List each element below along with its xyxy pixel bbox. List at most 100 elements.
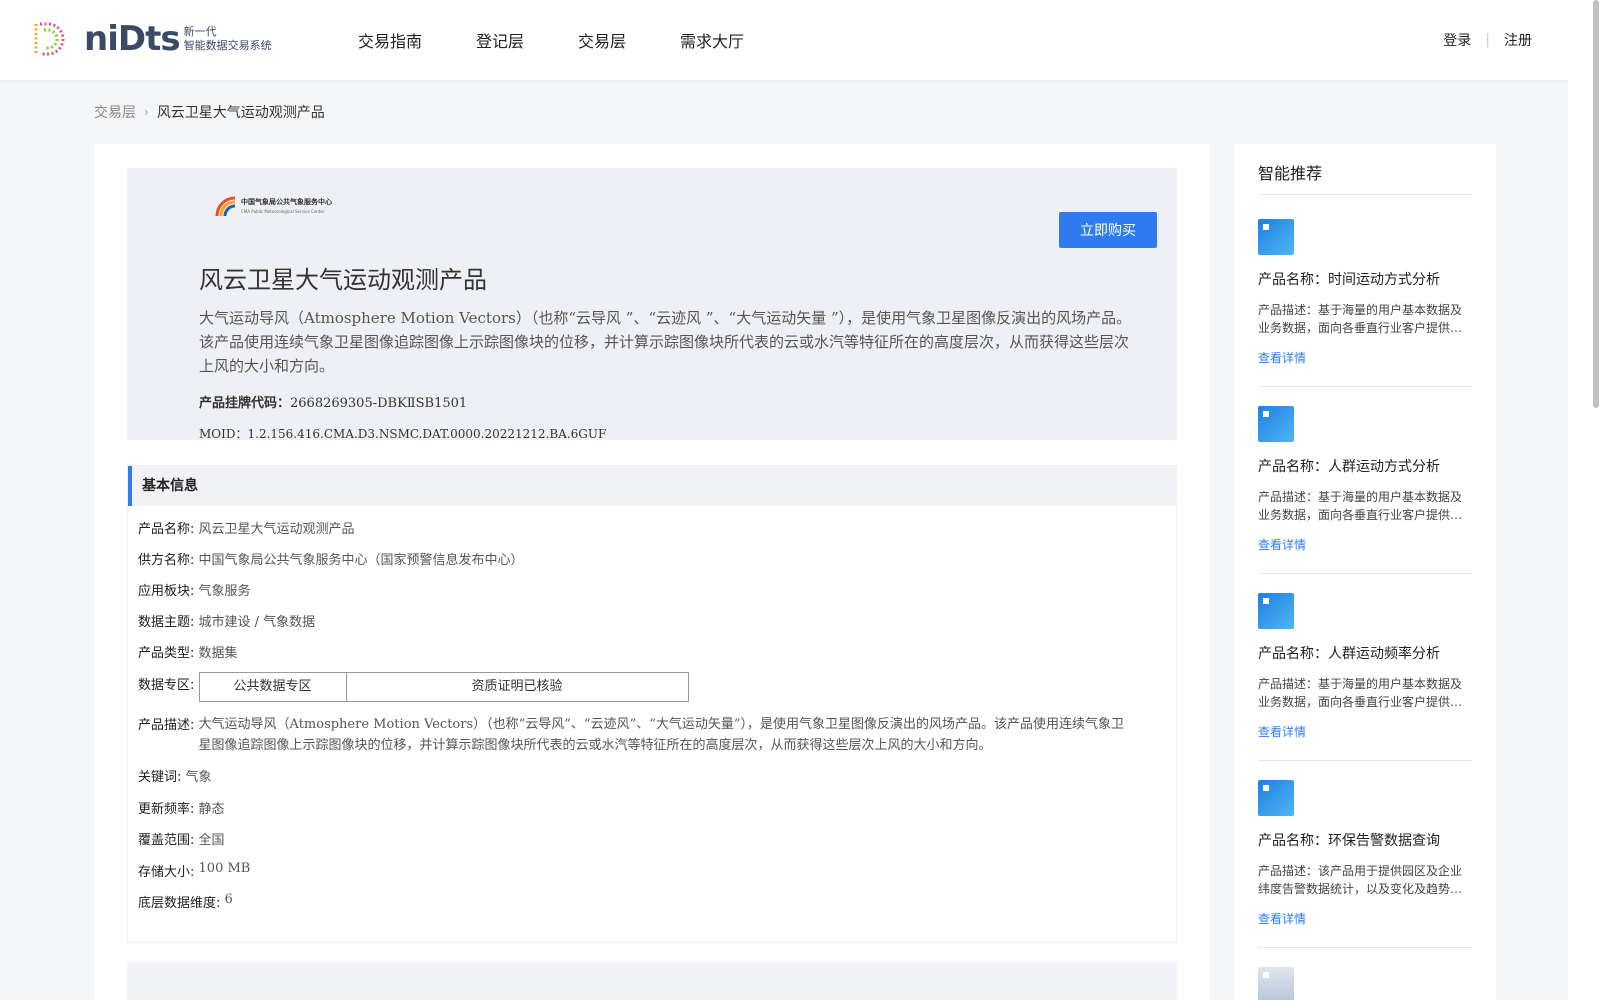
sidebar-divider <box>1258 573 1472 574</box>
recommendation-item: 产品名称：人群运动方式分析 产品描述：基于海量的用户基本数据及业务数据，面向各垂… <box>1258 406 1472 553</box>
listing-code: 产品挂牌代码：2668269305-DBKⅡSB1501 <box>199 392 467 411</box>
auth-separator: | <box>1485 32 1490 48</box>
info-row-coverage: 覆盖范围: 全国 <box>138 829 225 848</box>
frequency-value: 静态 <box>198 802 225 817</box>
zone-cell-verified: 资质证明已核验 <box>345 673 688 701</box>
recommendation-desc: 产品描述：基于海量的用户基本数据及业务数据，面向各垂直行业客户提供… <box>1258 677 1463 709</box>
chevron-right-icon: › <box>144 105 149 119</box>
recommendation-name[interactable]: 产品名称：人群运动频率分析 <box>1258 643 1472 663</box>
product-title: 风云卫星大气运动观测产品 <box>199 266 487 294</box>
view-details-link[interactable]: 查看详情 <box>1258 349 1472 366</box>
supplier-logo-name-en: CMA Public Meteorological Service Center <box>241 209 325 214</box>
top-header: niDts 新一代 智能数据交易系统 交易指南 登记层 交易层 需求大厅 登录 … <box>0 0 1568 80</box>
product-summary: 大气运动导风（Atmosphere Motion Vectors）（也称“云导风… <box>199 309 1132 375</box>
recommendation-name[interactable]: 产品名称：环保告警数据查询 <box>1258 830 1472 850</box>
recommendation-item: 产品名称：环保告警数据查询 产品描述：该产品用于提供园区及企业纬度告警数据统计，… <box>1258 780 1472 927</box>
frequency-label: 更新频率: <box>138 802 195 817</box>
product-name-label: 产品名称: <box>138 522 195 537</box>
type-label: 产品类型: <box>138 646 195 661</box>
coverage-label: 覆盖范围: <box>138 833 195 848</box>
breadcrumb: 交易层 › 风云卫星大气运动观测产品 <box>94 102 325 122</box>
info-row-keyword: 关键词: 气象 <box>138 766 212 785</box>
cma-arc-icon <box>215 196 237 218</box>
keyword-label: 关键词: <box>138 770 182 785</box>
view-details-link[interactable]: 查看详情 <box>1258 723 1472 740</box>
info-row-theme: 数据主题: 城市建设 / 气象数据 <box>138 611 315 630</box>
nav-item-demand-hall[interactable]: 需求大厅 <box>680 28 744 52</box>
breadcrumb-current: 风云卫星大气运动观测产品 <box>156 105 325 121</box>
info-row-zone: 数据专区: 公共数据专区 资质证明已核验 <box>138 672 689 702</box>
buy-now-button[interactable]: 立即购买 <box>1059 212 1157 248</box>
zone-table: 公共数据专区 资质证明已核验 <box>198 672 689 702</box>
supplier-value: 中国气象局公共气象服务中心（国家预警信息发布中心） <box>198 553 524 568</box>
moid-label: MOID： <box>199 427 248 441</box>
nav-item-trading[interactable]: 交易层 <box>578 28 626 52</box>
supplier-logo: 中国气象局公共气象服务中心 CMA Public Meteorological … <box>215 196 332 218</box>
sidebar-title: 智能推荐 <box>1258 164 1323 183</box>
desc-value: 大气运动导风（Atmosphere Motion Vectors）（也称“云导风… <box>198 717 1125 753</box>
desc-label: 产品描述: <box>138 718 195 733</box>
logo-subtitle-line2: 智能数据交易系统 <box>183 39 272 52</box>
info-row-type: 产品类型: 数据集 <box>138 642 238 661</box>
view-details-link[interactable]: 查看详情 <box>1258 910 1472 927</box>
nav-item-guide[interactable]: 交易指南 <box>358 28 422 52</box>
product-hero: 中国气象局公共气象服务中心 CMA Public Meteorological … <box>127 168 1177 442</box>
listing-code-value: 2668269305-DBKⅡSB1501 <box>290 396 468 411</box>
basic-info-section: 基本信息 产品名称: 风云卫星大气运动观测产品 供方名称: 中国气象局公共气象服… <box>127 465 1177 943</box>
product-thumbnail-icon[interactable] <box>1258 593 1294 629</box>
auth-links: 登录 | 注册 <box>1443 0 1532 80</box>
moid-value: 1.2.156.416.CMA.D3.NSMC.DAT.0000.2022121… <box>247 427 607 441</box>
recommendation-sidebar: 智能推荐 产品名称：时间运动方式分析 产品描述：基于海量的用户基本数据及业务数据… <box>1234 144 1496 1000</box>
product-thumbnail-icon[interactable] <box>1258 967 1294 1000</box>
recommendation-desc: 产品描述：基于海量的用户基本数据及业务数据，面向各垂直行业客户提供… <box>1258 490 1463 522</box>
info-row-frequency: 更新频率: 静态 <box>138 798 225 817</box>
login-link[interactable]: 登录 <box>1443 30 1471 50</box>
moid: MOID：1.2.156.416.CMA.D3.NSMC.DAT.0000.20… <box>199 425 606 442</box>
info-row-size: 存储大小: 100 MB <box>138 861 250 880</box>
info-row-description: 产品描述: 大气运动导风（Atmosphere Motion Vectors）（… <box>138 714 1131 756</box>
theme-value: 城市建设 / 气象数据 <box>198 615 316 630</box>
zone-cell-public: 公共数据专区 <box>233 679 312 694</box>
logo-subtitle: 新一代 智能数据交易系统 <box>184 25 272 53</box>
main-nav: 交易指南 登记层 交易层 需求大厅 <box>358 0 798 80</box>
supplier-logo-text: 中国气象局公共气象服务中心 CMA Public Meteorological … <box>241 198 332 216</box>
logo-wordmark: niDts <box>84 19 181 59</box>
register-link[interactable]: 注册 <box>1504 30 1532 50</box>
recommendation-item-partial <box>1258 967 1472 1000</box>
coverage-value: 全国 <box>198 833 225 848</box>
recommendation-desc: 产品描述：该产品用于提供园区及企业纬度告警数据统计，以及变化及趋势… <box>1258 864 1463 896</box>
basic-info-heading: 基本信息 <box>128 466 1176 506</box>
next-section-header <box>127 962 1177 1000</box>
nav-item-registry[interactable]: 登记层 <box>476 28 524 52</box>
product-detail-card: 中国气象局公共气象服务中心 CMA Public Meteorological … <box>94 144 1210 1000</box>
zone-label: 数据专区: <box>138 678 195 693</box>
dimensions-value: 6 <box>224 892 233 907</box>
type-value: 数据集 <box>198 646 238 661</box>
logo-subtitle-line1: 新一代 <box>183 25 217 38</box>
listing-code-label: 产品挂牌代码： <box>199 396 291 411</box>
sidebar-divider <box>1258 386 1472 387</box>
view-details-link[interactable]: 查看详情 <box>1258 536 1472 553</box>
sector-value: 气象服务 <box>198 584 251 599</box>
recommendation-item: 产品名称：时间运动方式分析 产品描述：基于海量的用户基本数据及业务数据，面向各垂… <box>1258 219 1472 366</box>
breadcrumb-parent[interactable]: 交易层 <box>94 102 136 122</box>
site-logo[interactable]: niDts 新一代 智能数据交易系统 <box>30 20 272 58</box>
recommendation-name[interactable]: 产品名称：时间运动方式分析 <box>1258 269 1472 289</box>
recommendation-item: 产品名称：人群运动频率分析 产品描述：基于海量的用户基本数据及业务数据，面向各垂… <box>1258 593 1472 740</box>
info-row-product-name: 产品名称: 风云卫星大气运动观测产品 <box>138 518 355 537</box>
dotted-d-logo-icon <box>30 20 68 58</box>
info-row-dimensions: 底层数据维度: 6 <box>138 892 233 911</box>
supplier-logo-name: 中国气象局公共气象服务中心 <box>241 198 332 206</box>
dimensions-label: 底层数据维度: <box>138 896 221 911</box>
size-value: 100 MB <box>198 861 251 876</box>
product-thumbnail-icon[interactable] <box>1258 780 1294 816</box>
product-thumbnail-icon[interactable] <box>1258 219 1294 255</box>
scrollbar-thumb[interactable] <box>1593 0 1599 408</box>
size-label: 存储大小: <box>138 865 195 880</box>
sidebar-divider <box>1258 947 1472 948</box>
product-thumbnail-icon[interactable] <box>1258 406 1294 442</box>
page-scrollbar[interactable] <box>1568 0 1600 1000</box>
supplier-label: 供方名称: <box>138 553 195 568</box>
recommendation-name[interactable]: 产品名称：人群运动方式分析 <box>1258 456 1472 476</box>
info-row-sector: 应用板块: 气象服务 <box>138 580 251 599</box>
